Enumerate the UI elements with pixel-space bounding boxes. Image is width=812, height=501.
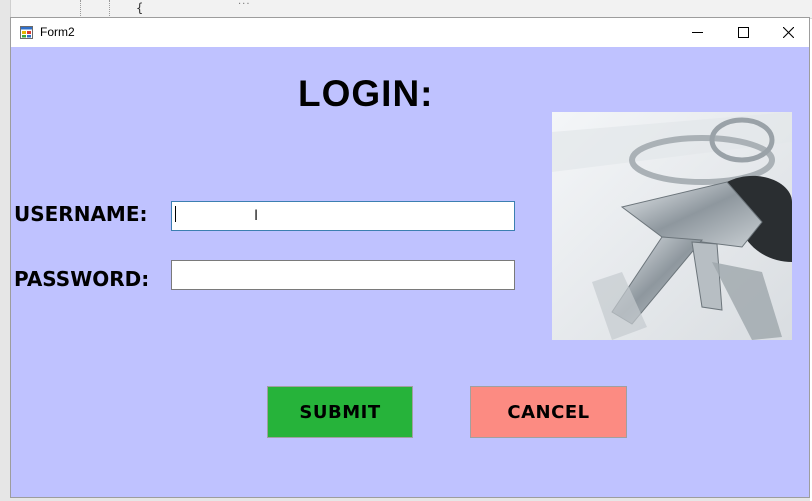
keys-image <box>552 112 792 340</box>
indent-guide <box>109 0 110 18</box>
code-ellipsis: ... <box>238 0 251 7</box>
password-field[interactable] <box>171 260 515 290</box>
close-icon <box>782 27 794 38</box>
ibeam-cursor-icon: I <box>254 208 259 224</box>
minimize-button[interactable] <box>674 18 720 47</box>
form-app-icon <box>20 26 33 39</box>
minimize-icon <box>691 32 703 33</box>
code-brace: { <box>136 1 144 15</box>
username-label: USERNAME: <box>14 202 148 226</box>
form-client-area: LOGIN: USERNAME: I PASSWORD: SUBMIT CANC… <box>11 47 809 497</box>
window-title: Form2 <box>40 25 75 39</box>
close-button[interactable] <box>765 18 811 47</box>
indent-guide <box>80 0 81 18</box>
form2-window: Form2 LOGIN: USERNAME: I PASSWORD: SUBMI… <box>10 17 810 498</box>
page-title: LOGIN: <box>298 73 434 114</box>
password-label: PASSWORD: <box>14 267 150 291</box>
cancel-button[interactable]: CANCEL <box>470 386 627 438</box>
maximize-icon <box>737 27 749 38</box>
text-caret <box>175 206 176 222</box>
submit-button[interactable]: SUBMIT <box>267 386 413 438</box>
keys-photo <box>552 112 792 340</box>
title-bar[interactable]: Form2 <box>11 18 809 47</box>
maximize-button[interactable] <box>720 18 766 47</box>
username-field[interactable]: I <box>171 201 515 231</box>
